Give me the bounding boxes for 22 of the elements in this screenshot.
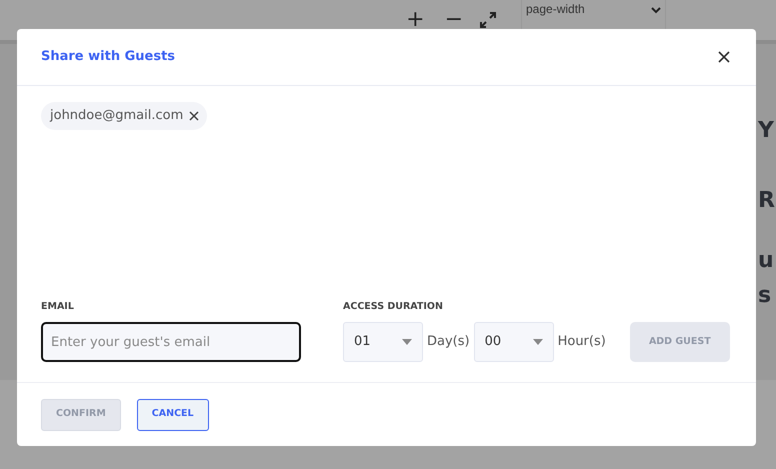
background-text: R [758,187,775,215]
close-button[interactable] [716,49,732,65]
chevron-icon [651,6,661,14]
unit-label: Day(s) [427,333,470,352]
field-label: EMAIL [41,300,75,314]
remove-guest-button[interactable] [189,110,200,121]
cancel-button[interactable]: CANCEL [136,398,209,430]
email-field[interactable]: Enter your guest's email [41,322,301,362]
dialog-title: Share with Guests [41,49,176,65]
zoom-out-button[interactable]: − [440,9,467,31]
fullscreen-icon[interactable] [479,11,497,29]
duration-select[interactable]: 00 [474,322,554,362]
guest-chip: johndoe@gmail.com [41,102,208,130]
zoom-in-button[interactable]: + [402,9,429,31]
dropdown-icon [532,339,543,345]
background-text: u [758,247,774,275]
duration-select[interactable]: 01 [343,322,423,362]
unit-label: Hour(s) [558,333,606,352]
field-label: ACCESS DURATION [343,300,444,314]
background-text: s [758,282,772,310]
background-text: Y [758,117,774,145]
dropdown-icon [402,339,412,345]
